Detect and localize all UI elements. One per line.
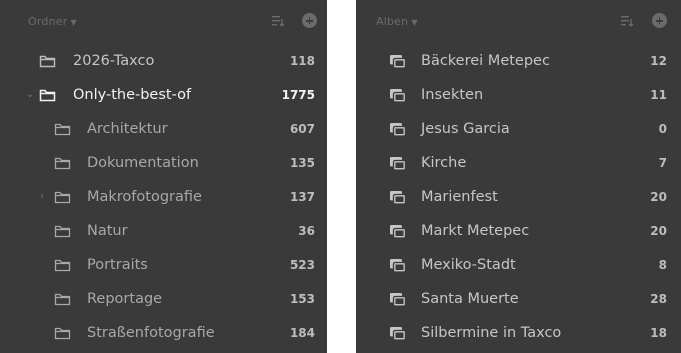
album-label: Silbermine in Taxco: [421, 325, 562, 341]
folder-count: 607: [289, 122, 315, 136]
folder-label: Natur: [87, 223, 128, 239]
folder-item[interactable]: Natur 36: [0, 214, 327, 248]
folder-count: 153: [289, 292, 315, 306]
album-label: Santa Muerte: [421, 291, 519, 307]
albums-header-title[interactable]: Alben ▼: [376, 15, 418, 28]
album-item[interactable]: Jesus Garcia 0: [356, 112, 681, 146]
album-label: Mexiko-Stadt: [421, 257, 516, 273]
albums-header: Alben ▼: [356, 0, 681, 44]
folder-label: 2026-Taxco: [73, 53, 155, 69]
add-folder-icon[interactable]: [302, 13, 317, 28]
folder-count: 1775: [281, 88, 315, 102]
folder-label: Dokumentation: [87, 155, 199, 171]
album-count: 12: [650, 54, 667, 68]
folder-label: Straßenfotografie: [87, 325, 215, 341]
album-item[interactable]: Kirche 7: [356, 146, 681, 180]
album-count: 0: [658, 122, 667, 136]
folder-item[interactable]: 2026-Taxco 118: [0, 44, 327, 78]
folder-item[interactable]: Dokumentation 135: [0, 146, 327, 180]
albums-panel: Alben▼ Bäckerei Metepec 12 Insekten 11: [356, 0, 681, 353]
folder-count: 36: [298, 224, 315, 238]
album-label: Bäckerei Metepec: [421, 53, 550, 69]
album-icon: [390, 55, 407, 69]
folder-item[interactable]: Reportage 153: [0, 282, 327, 316]
folder-item[interactable]: Straßenfotografie 184: [0, 316, 327, 350]
folder-icon: [39, 89, 56, 102]
album-icon: [390, 293, 407, 307]
album-item[interactable]: Santa Muerte 28: [356, 282, 681, 316]
album-icon: [390, 191, 407, 205]
album-count: 20: [650, 224, 667, 238]
chevron-down-icon: ▼: [411, 18, 418, 27]
album-icon: [390, 123, 407, 137]
add-album-icon[interactable]: [652, 13, 667, 28]
folder-count: 523: [289, 258, 315, 272]
chevron-right-icon[interactable]: ›: [40, 191, 44, 202]
folder-icon: [54, 157, 71, 170]
album-label: Markt Metepec: [421, 223, 530, 239]
folder-label: Portraits: [87, 257, 148, 273]
album-count: 7: [658, 156, 667, 170]
album-label: Insekten: [421, 87, 484, 103]
folder-label: Makrofotografie: [87, 189, 202, 205]
album-item[interactable]: Insekten 11: [356, 78, 681, 112]
albums-title-label: Alben: [376, 15, 409, 28]
album-icon: [390, 327, 407, 341]
album-item[interactable]: Mexiko-Stadt 8: [356, 248, 681, 282]
folders-header: Ordner ▼: [0, 0, 327, 44]
folder-count: 184: [289, 326, 315, 340]
folder-count: 137: [289, 190, 315, 204]
folder-icon: [54, 225, 71, 238]
album-count: 20: [650, 190, 667, 204]
folder-item[interactable]: Portraits 523: [0, 248, 327, 282]
album-icon: [390, 157, 407, 171]
folder-count: 135: [289, 156, 315, 170]
folder-item[interactable]: Architektur 607: [0, 112, 327, 146]
folder-icon: [39, 55, 56, 68]
album-count: 8: [658, 258, 667, 272]
album-item[interactable]: Bäckerei Metepec 12: [356, 44, 681, 78]
album-count: 28: [650, 292, 667, 306]
album-label: Marienfest: [421, 189, 498, 205]
folder-icon: [54, 123, 71, 136]
sort-icon[interactable]: [620, 14, 634, 28]
folders-header-title[interactable]: Ordner ▼: [28, 15, 77, 28]
chevron-down-icon[interactable]: ⌄: [26, 89, 34, 100]
album-item[interactable]: Silbermine in Taxco 18: [356, 316, 681, 350]
folder-item[interactable]: ⌄ Only-the-best-of 1775: [0, 78, 327, 112]
album-count: 11: [650, 88, 667, 102]
folder-icon: [54, 293, 71, 306]
folder-label: Only-the-best-of: [73, 87, 192, 103]
folder-icon: [54, 259, 71, 272]
folder-count: 118: [289, 54, 315, 68]
album-icon: [390, 259, 407, 273]
album-label: Kirche: [421, 155, 467, 171]
album-item[interactable]: Markt Metepec 20: [356, 214, 681, 248]
album-icon: [390, 225, 407, 239]
album-item[interactable]: Marienfest 20: [356, 180, 681, 214]
album-label: Jesus Garcia: [421, 121, 510, 137]
folder-label: Architektur: [87, 121, 168, 137]
folder-item[interactable]: › Makrofotografie 137: [0, 180, 327, 214]
folder-label: Reportage: [87, 291, 163, 307]
sort-icon[interactable]: [271, 14, 285, 28]
album-icon: [390, 89, 407, 103]
folder-icon: [54, 191, 71, 204]
album-count: 18: [650, 326, 667, 340]
folder-icon: [54, 327, 71, 340]
folders-panel: Ordner ▼ 2026-Taxco 118 ⌄ Only-the-best-o…: [0, 0, 327, 353]
folders-title-label: Ordner: [28, 15, 68, 28]
chevron-down-icon: ▼: [70, 18, 77, 27]
